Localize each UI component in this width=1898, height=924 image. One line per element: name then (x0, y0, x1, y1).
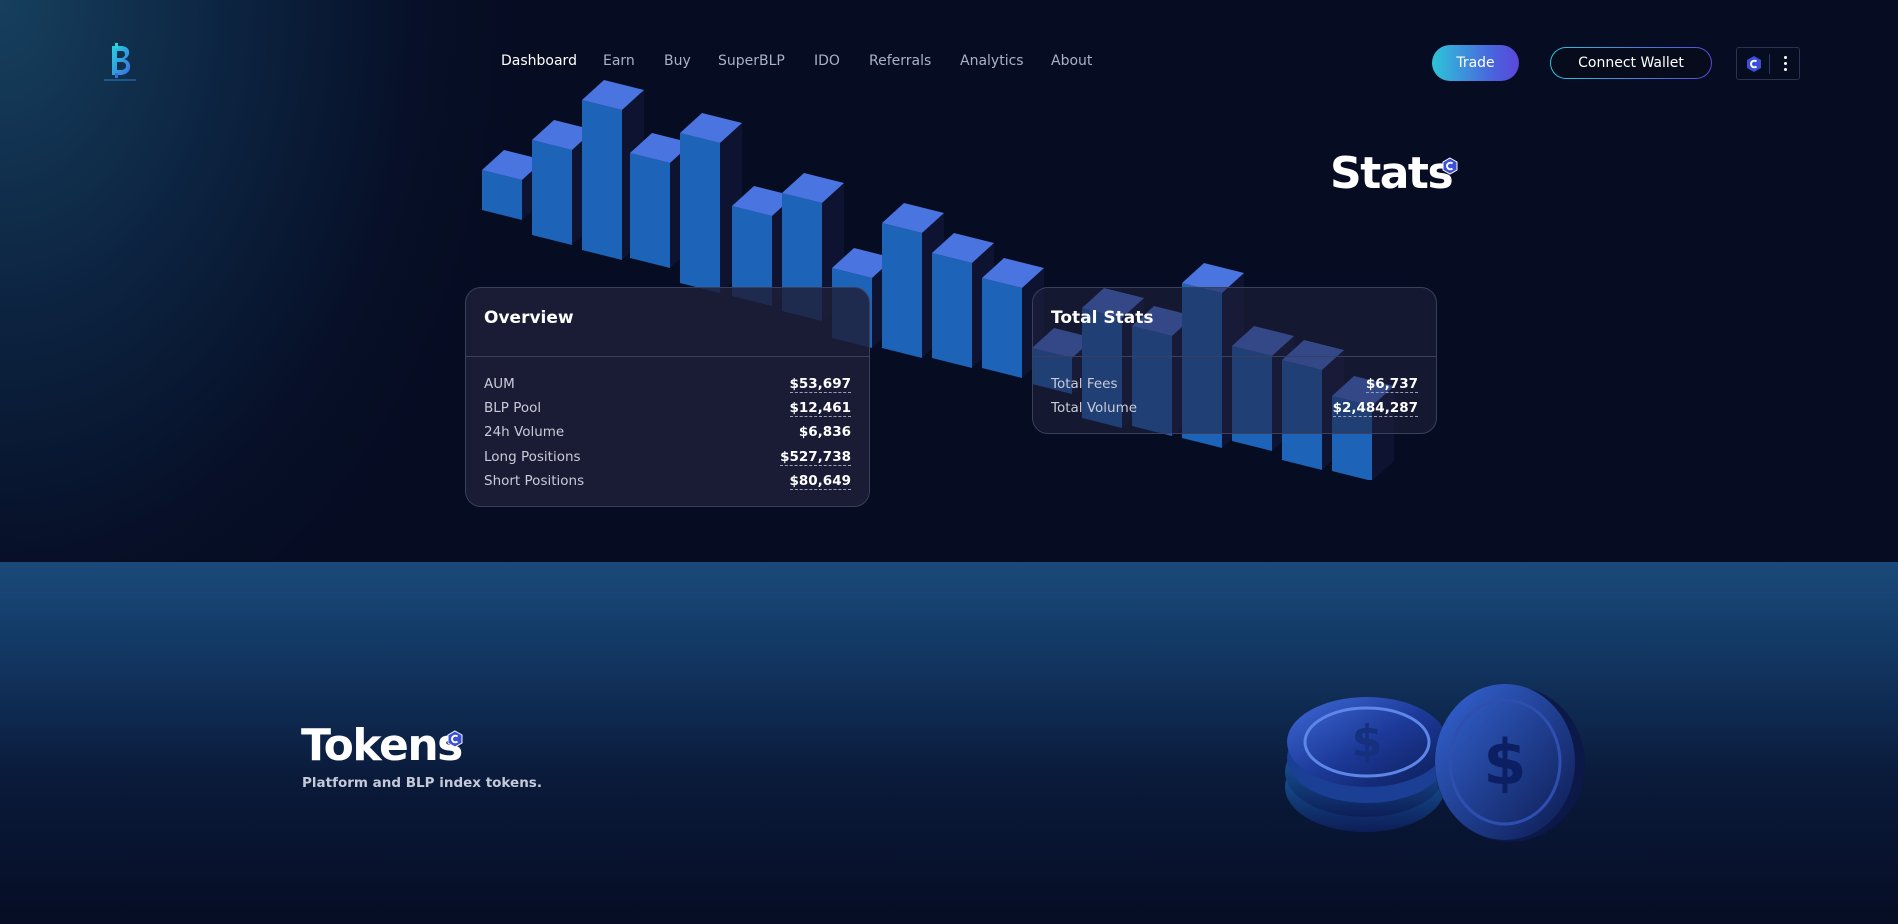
overview-row-long-positions: Long Positions $527,738 (484, 449, 851, 469)
network-selector (1736, 47, 1800, 80)
overview-row-24h-volume: 24h Volume $6,836 (484, 424, 851, 444)
more-vertical-icon[interactable] (1775, 53, 1795, 75)
tokens-section: Tokens Platform and BLP index tokens. $ … (0, 562, 1898, 924)
logo-icon[interactable] (100, 42, 140, 84)
overview-title: Overview (484, 308, 574, 328)
divider (1033, 356, 1436, 357)
row-value[interactable]: $53,697 (789, 376, 851, 393)
brand-badge-icon (1442, 157, 1458, 175)
overview-row-blp-pool: BLP Pool $12,461 (484, 400, 851, 420)
row-label: BLP Pool (484, 400, 542, 416)
stats-title: Stats (1330, 148, 1454, 199)
connect-wallet-button[interactable]: Connect Wallet (1550, 47, 1712, 79)
divider (466, 356, 869, 357)
row-value[interactable]: $6,737 (1365, 376, 1418, 393)
total-stats-title: Total Stats (1051, 308, 1154, 328)
coins-illustration-image: $ $ (1285, 684, 1585, 842)
row-label: Total Fees (1051, 376, 1118, 392)
overview-row-short-positions: Short Positions $80,649 (484, 473, 851, 493)
row-value[interactable]: $80,649 (789, 473, 851, 490)
row-label: AUM (484, 376, 515, 392)
svg-text:$: $ (1352, 716, 1383, 767)
overview-card: Overview AUM $53,697 BLP Pool $12,461 24… (465, 287, 870, 507)
row-value[interactable]: $2,484,287 (1332, 400, 1418, 417)
row-label: Total Volume (1051, 400, 1138, 416)
brand-badge-icon (447, 730, 463, 748)
tokens-subtitle: Platform and BLP index tokens. (302, 775, 542, 791)
row-label: Short Positions (484, 473, 585, 489)
row-value[interactable]: $12,461 (789, 400, 851, 417)
row-value[interactable]: $527,738 (780, 449, 851, 466)
row-value: $6,836 (798, 424, 851, 440)
row-label: 24h Volume (484, 424, 565, 440)
total-row-fees: Total Fees $6,737 (1051, 376, 1418, 396)
network-icon[interactable] (1745, 55, 1763, 73)
tokens-title: Tokens (301, 720, 463, 771)
total-row-volume: Total Volume $2,484,287 (1051, 400, 1418, 420)
row-label: Long Positions (484, 449, 581, 465)
divider (1769, 54, 1770, 74)
overview-row-aum: AUM $53,697 (484, 376, 851, 396)
total-stats-card: Total Stats Total Fees $6,737 Total Volu… (1032, 287, 1437, 434)
stats-hero-section: Dashboard Earn Buy SuperBLP IDO Referral… (0, 0, 1898, 562)
svg-text:$: $ (1483, 726, 1526, 799)
